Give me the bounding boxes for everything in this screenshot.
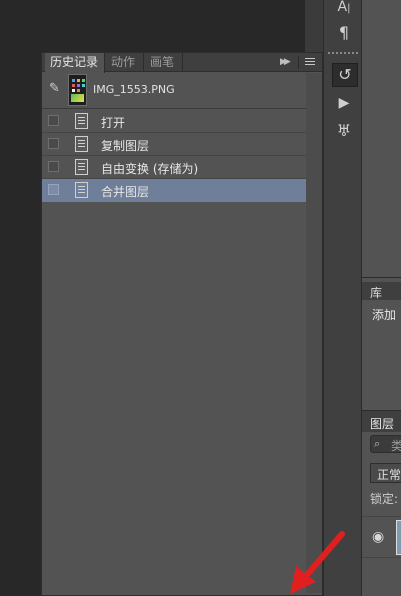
panel-scrollbar[interactable] [306,73,322,593]
double-chevron-right-icon[interactable]: ▶▶ [280,53,291,72]
history-brush-source-icon[interactable]: ✎ [49,82,63,96]
tab-history[interactable]: 历史记录 [45,53,105,73]
document-icon [75,182,88,198]
lock-label: 锁定: [370,492,399,506]
actions-play-icon[interactable]: ▶ [332,92,356,114]
history-state-label: 复制图层 [101,139,150,153]
tab-libraries[interactable]: 库 [362,282,401,300]
history-brush-checkbox[interactable] [48,184,59,195]
panel-menu-icon[interactable] [298,56,319,69]
layer-filter-search[interactable]: ⌕ 类 [370,435,401,453]
tab-actions[interactable]: 动作 [106,53,144,72]
layers-tab-label: 图层 [370,417,395,431]
upper-panel [362,0,401,278]
layer-filter-label: 类 [391,439,401,453]
document-icon [75,159,88,175]
history-panel: 历史记录 动作 画笔 ▶▶ ✎ IMG_1553.PNG 打开 复制图层 自由变… [41,52,323,596]
panel-dock-gap [305,0,323,56]
libraries-panel: 添加 [362,300,401,410]
right-panel-group: 库 添加 图层 ⌕ 类 正常 锁定: ◉ [362,0,401,596]
layer-thumbnail [396,520,401,555]
panel-controls: ▶▶ [278,53,322,72]
history-state-label: 自由变换 (存储为) [101,162,199,176]
visibility-eye-icon[interactable]: ◉ [372,529,384,545]
panel-tab-bar: 历史记录 动作 画笔 ▶▶ [42,53,322,73]
history-state[interactable]: 复制图层 [42,133,306,156]
history-state[interactable]: 打开 [42,110,306,133]
document-icon [75,113,88,129]
history-state[interactable]: 自由变换 (存储为) [42,156,306,179]
paragraph-icon[interactable]: ¶ [332,22,356,44]
arrow-shaft [303,531,345,579]
snapshot-thumbnail [68,74,87,106]
history-icon[interactable]: ↺ [332,63,358,87]
tab-layers[interactable]: 图层 [362,410,401,432]
blend-mode-value: 正常 [377,468,401,482]
history-state-label: 合并图层 [101,185,150,199]
history-brush-checkbox[interactable] [48,115,59,126]
history-state-label: 打开 [101,116,126,130]
brush-presets-icon[interactable]: ♅ [332,120,356,142]
search-icon: ⌕ [374,437,381,450]
history-brush-checkbox[interactable] [48,161,59,172]
blend-mode-select[interactable]: 正常 [370,463,401,483]
history-state-selected[interactable]: 合并图层 [42,179,306,202]
panel-icon-dock: A| ¶ ↺ ▶ ♅ [323,0,362,596]
document-icon [75,136,88,152]
snapshot-label: IMG_1553.PNG [93,83,175,96]
tab-brushes[interactable]: 画笔 [145,53,183,72]
library-add-text[interactable]: 添加 [372,306,396,323]
layer-row[interactable]: ◉ [362,516,401,558]
history-brush-checkbox[interactable] [48,138,59,149]
libraries-tab-label: 库 [370,286,383,300]
red-pointer-arrow [290,531,345,594]
dock-separator [328,52,358,54]
history-snapshot[interactable]: ✎ IMG_1553.PNG [42,73,306,109]
character-icon[interactable]: A| [332,0,356,18]
